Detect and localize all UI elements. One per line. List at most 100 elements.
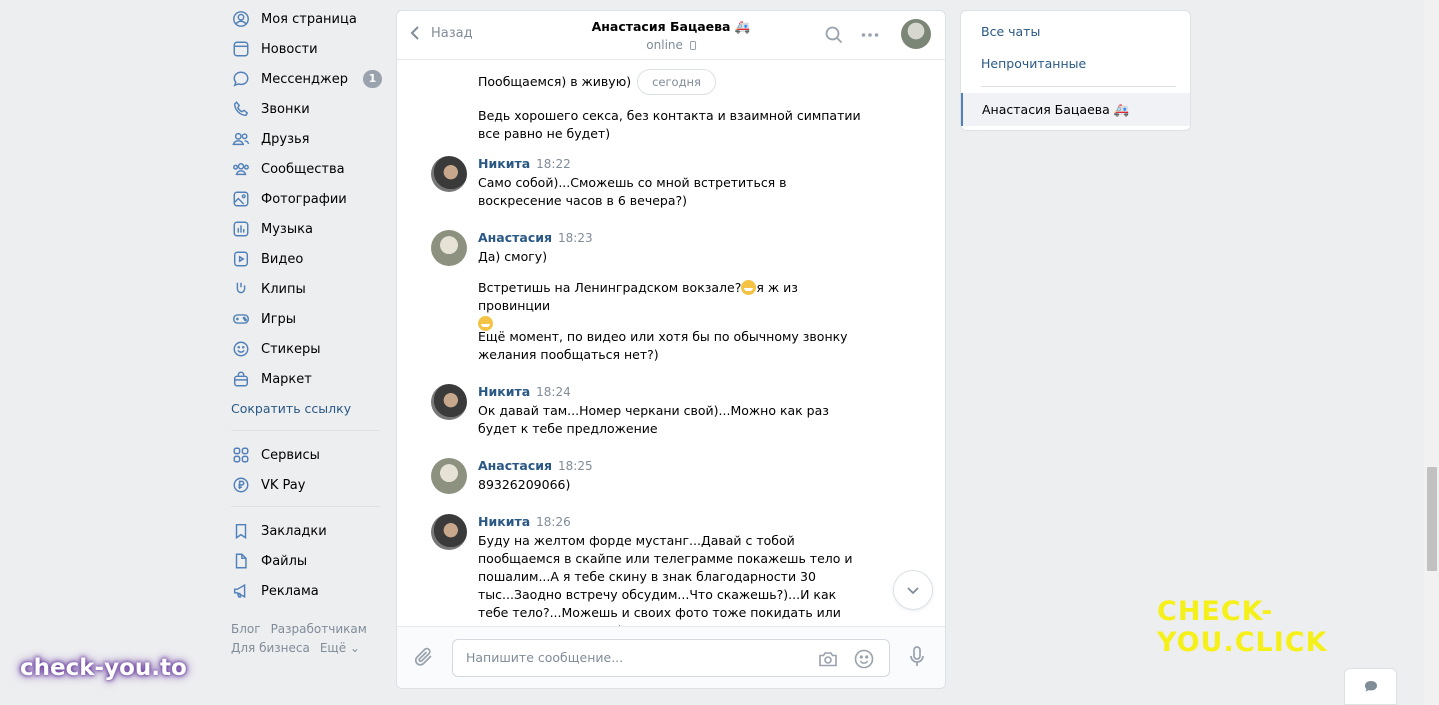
avatar-nikita[interactable] xyxy=(431,156,467,192)
chevron-left-icon xyxy=(410,26,419,40)
avatar-nikita[interactable] xyxy=(431,514,467,550)
peer-avatar[interactable] xyxy=(901,19,931,49)
nav-music[interactable]: Музыка xyxy=(229,214,384,244)
message-text: Ведь хорошего секса, без контакта и взаи… xyxy=(478,108,861,141)
chat-panel: Назад Анастасия Бацаева 🚑 online Пообщае… xyxy=(396,10,946,689)
emoji-icon[interactable] xyxy=(853,648,875,674)
nav-label: Сервисы xyxy=(261,447,320,463)
message-text: Встретишь на Ленинградском вокзале? я ж и… xyxy=(478,279,863,333)
nav-bookmarks[interactable]: Закладки xyxy=(229,516,384,546)
nav-services[interactable]: Сервисы xyxy=(229,440,384,470)
attach-icon[interactable] xyxy=(413,645,435,673)
nav-label: Звонки xyxy=(261,101,310,117)
message-header: Анастасия 18:23 xyxy=(478,230,593,245)
nav-label: Мессенджер xyxy=(261,71,348,87)
news-icon xyxy=(231,39,251,59)
nav-divider xyxy=(231,430,380,431)
nav-divider xyxy=(231,506,380,507)
author-name[interactable]: Никита xyxy=(478,156,530,171)
watermark-right: CHECK-YOU.CLICK xyxy=(1157,596,1328,658)
file-icon xyxy=(231,551,251,571)
footer-developers-link[interactable]: Разработчикам xyxy=(271,622,367,636)
avatar-anastasia[interactable] xyxy=(431,230,467,266)
author-name[interactable]: Анастасия xyxy=(478,230,552,245)
back-button[interactable]: Назад xyxy=(409,25,473,41)
scrollbar-thumb[interactable] xyxy=(1427,467,1437,571)
message-history: Пообщаемся) в живую) сегодня Ведь хорошег… xyxy=(397,61,945,626)
unread-badge: 1 xyxy=(363,70,382,88)
chevron-down-icon xyxy=(907,587,919,595)
nav-label: Новости xyxy=(261,41,318,57)
message-line: Встретишь на Ленинградском вокзале? xyxy=(478,280,742,295)
shorten-link[interactable]: Сократить ссылку xyxy=(229,394,384,424)
panel-divider xyxy=(981,86,1176,87)
author-name[interactable]: Никита xyxy=(478,384,530,399)
mobile-icon xyxy=(689,41,696,50)
author-name[interactable]: Анастасия xyxy=(478,458,552,473)
nav-label: Фотографии xyxy=(261,191,347,207)
nav-video[interactable]: Видео xyxy=(229,244,384,274)
nav-label: Видео xyxy=(261,251,304,267)
filter-unread[interactable]: Непрочитанные xyxy=(981,56,1086,71)
megaphone-icon xyxy=(231,581,251,601)
avatar-nikita[interactable] xyxy=(431,384,467,420)
chat-bubble-icon xyxy=(1364,680,1377,691)
chat-filter-panel: Все чаты Непрочитанные Анастасия Бацаева… xyxy=(960,10,1191,131)
nav-messenger[interactable]: Мессенджер 1 xyxy=(229,64,384,94)
message-input-box[interactable] xyxy=(452,639,890,677)
nav-market[interactable]: Маркет xyxy=(229,364,384,394)
message-time: 18:26 xyxy=(536,515,571,529)
microphone-icon[interactable] xyxy=(907,645,927,673)
author-name[interactable]: Никита xyxy=(478,514,530,529)
nav-friends[interactable]: Друзья xyxy=(229,124,384,154)
search-icon[interactable] xyxy=(824,25,844,49)
message-header: Анастасия 18:25 xyxy=(478,458,593,473)
nav-vkpay[interactable]: VK Pay xyxy=(229,470,384,500)
nav-label: Файлы xyxy=(261,553,308,569)
nav-clips[interactable]: Клипы xyxy=(229,274,384,304)
message-header: Никита 18:24 xyxy=(478,384,571,399)
nav-stickers[interactable]: Стикеры xyxy=(229,334,384,364)
message-text: 89326209066) xyxy=(478,477,571,492)
nav-label: Друзья xyxy=(261,131,310,147)
user-circle-icon xyxy=(231,9,251,29)
back-label: Назад xyxy=(431,25,473,41)
message-time: 18:24 xyxy=(536,385,571,399)
nav-photos[interactable]: Фотографии xyxy=(229,184,384,214)
avatar-anastasia[interactable] xyxy=(431,458,467,494)
message-text: Буду на желтом форде мустанг...Давай с т… xyxy=(478,533,853,626)
nav-files[interactable]: Файлы xyxy=(229,546,384,576)
scroll-down-button[interactable] xyxy=(893,570,933,610)
footer-links: Блог Разработчикам Для бизнеса Ещё ⌄ xyxy=(229,620,384,658)
footer-blog-link[interactable]: Блог xyxy=(231,622,261,636)
sticker-icon xyxy=(231,339,251,359)
message-time: 18:25 xyxy=(558,459,593,473)
nav-calls[interactable]: Звонки xyxy=(229,94,384,124)
nav-my-page[interactable]: Моя страница xyxy=(229,4,384,34)
footer-more-link[interactable]: Ещё ⌄ xyxy=(320,641,360,655)
nav-games[interactable]: Игры xyxy=(229,304,384,334)
market-bag-icon xyxy=(231,369,251,389)
open-chats-button[interactable] xyxy=(1344,668,1397,705)
bookmark-icon xyxy=(231,521,251,541)
gamepad-icon xyxy=(231,309,251,329)
message-input[interactable] xyxy=(466,650,806,665)
more-options-icon[interactable] xyxy=(860,25,880,49)
grin-emoji-icon xyxy=(741,280,757,295)
phone-icon xyxy=(231,99,251,119)
active-chat-item[interactable]: Анастасия Бацаева 🚑 xyxy=(961,93,1190,126)
filter-all-chats[interactable]: Все чаты xyxy=(981,24,1040,39)
camera-icon[interactable] xyxy=(817,648,839,674)
online-status: online xyxy=(646,38,683,52)
nav-news[interactable]: Новости xyxy=(229,34,384,64)
nav-communities[interactable]: Сообщества xyxy=(229,154,384,184)
nav-label: Музыка xyxy=(261,221,313,237)
nav-ads[interactable]: Реклама xyxy=(229,576,384,606)
message-line: Пообщаемся) в живую) xyxy=(478,74,632,89)
nav-label: Сообщества xyxy=(261,161,345,177)
friends-icon xyxy=(231,129,251,149)
message-composer xyxy=(397,626,945,688)
nav-label: Реклама xyxy=(261,583,319,599)
footer-business-link[interactable]: Для бизнеса xyxy=(231,641,310,655)
date-pill: сегодня xyxy=(637,69,716,95)
